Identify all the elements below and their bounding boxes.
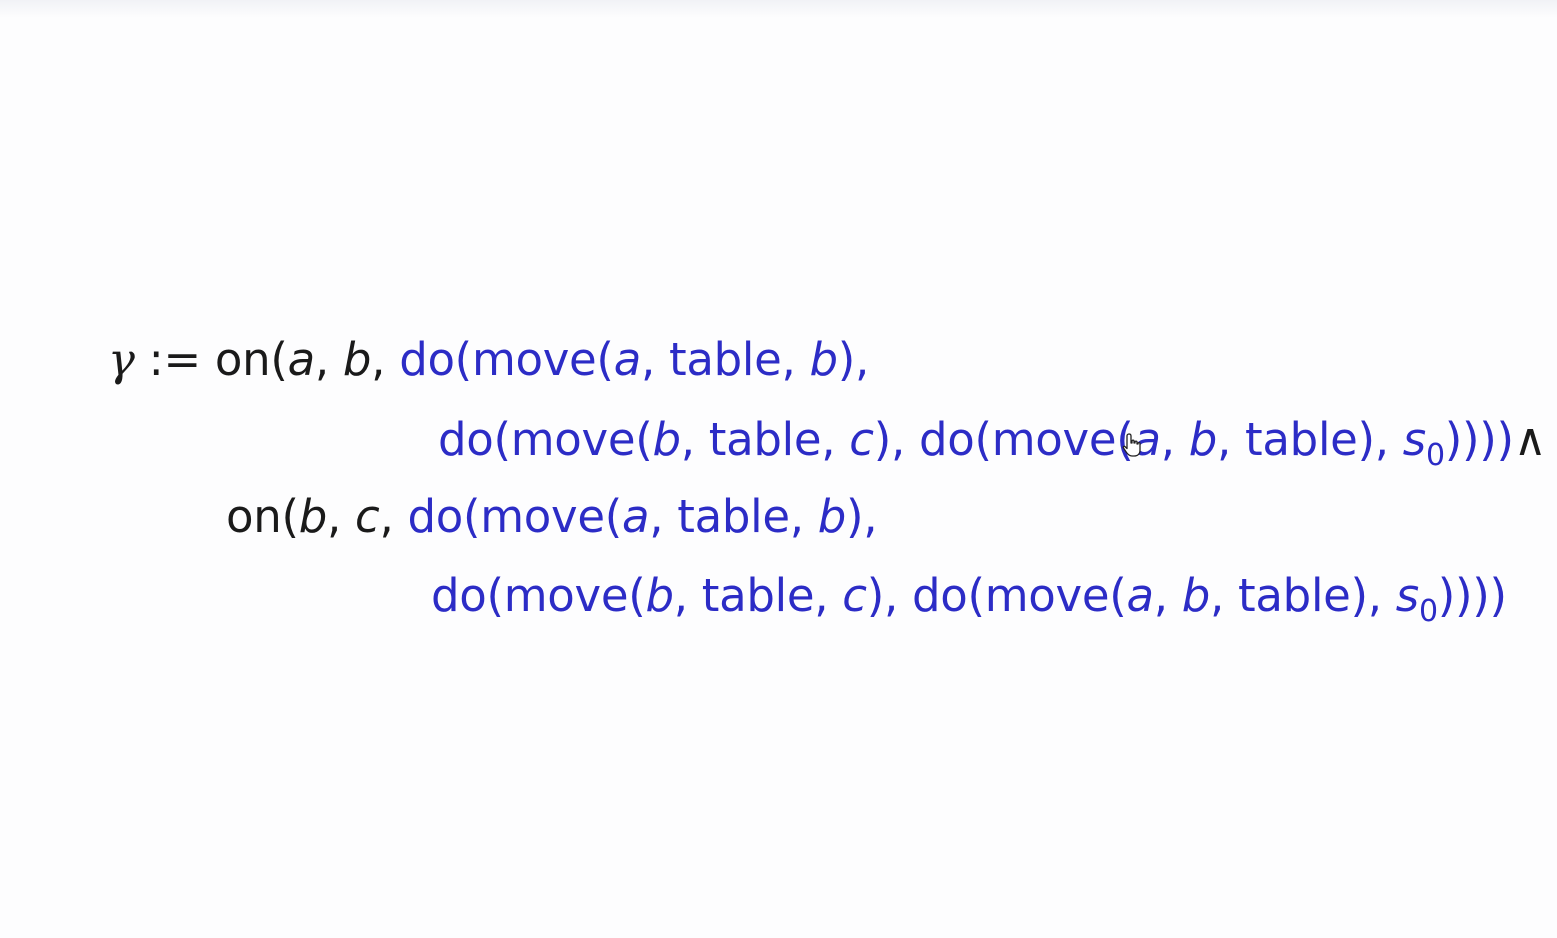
formula-line-3: on(b, c, do(move(a, table, b), bbox=[226, 487, 878, 547]
var-b: b bbox=[809, 333, 838, 386]
formula-line-2: do(move(b, table, c), do(move(a, b, tabl… bbox=[438, 410, 1547, 473]
var-b: b bbox=[342, 333, 372, 386]
closing-parens: ), bbox=[837, 333, 870, 386]
on-predicate: on( bbox=[214, 333, 288, 386]
var-b: b bbox=[652, 413, 682, 466]
do-move-term: do(move( bbox=[407, 490, 622, 543]
do-move-term: do(move( bbox=[438, 413, 653, 466]
assign-operator: := bbox=[134, 333, 215, 386]
closing-parens: )))) bbox=[1437, 569, 1507, 622]
situation-subscript: 0 bbox=[1425, 438, 1445, 473]
var-c: c bbox=[842, 569, 867, 622]
var-b: b bbox=[1181, 569, 1211, 622]
var-c: c bbox=[355, 490, 380, 543]
situation-s: s bbox=[1395, 569, 1419, 622]
on-predicate: on( bbox=[226, 490, 299, 543]
table-term: , table, bbox=[673, 569, 843, 622]
table-term: , table, bbox=[649, 490, 818, 543]
table-term: , table, bbox=[680, 413, 850, 466]
table-term: , table), bbox=[1217, 413, 1403, 466]
separator: , bbox=[326, 490, 355, 543]
var-b: b bbox=[645, 569, 675, 622]
do-move-term: do(move( bbox=[431, 569, 646, 622]
table-term: , table, bbox=[640, 333, 810, 386]
separator: , bbox=[1160, 413, 1189, 466]
var-c: c bbox=[849, 413, 874, 466]
var-b: b bbox=[817, 490, 847, 543]
var-a: a bbox=[613, 333, 642, 386]
situation-s: s bbox=[1402, 413, 1426, 466]
gamma-symbol: γ bbox=[108, 333, 135, 386]
table-term: , table), bbox=[1210, 569, 1396, 622]
var-a: a bbox=[621, 490, 650, 543]
var-a: a bbox=[1126, 569, 1154, 622]
closing-parens: )))) bbox=[1444, 413, 1514, 466]
separator: , bbox=[379, 490, 408, 543]
hand-pointer-icon bbox=[1122, 433, 1141, 457]
do-move-term: ), do(move( bbox=[873, 413, 1134, 466]
slide-content: γ := on(a, b, do(move(a, table, b), do(m… bbox=[0, 0, 1557, 938]
closing-parens: ), bbox=[846, 490, 878, 543]
do-move-term: do(move( bbox=[399, 333, 614, 386]
separator: , bbox=[1153, 569, 1182, 622]
do-move-term: ), do(move( bbox=[866, 569, 1127, 622]
formula-line-1: γ := on(a, b, do(move(a, table, b), bbox=[108, 330, 869, 390]
var-b: b bbox=[298, 490, 328, 543]
var-b: b bbox=[1188, 413, 1218, 466]
formula-line-4: do(move(b, table, c), do(move(a, b, tabl… bbox=[431, 566, 1507, 629]
situation-subscript: 0 bbox=[1418, 594, 1438, 629]
conjunction-symbol: ∧ bbox=[1513, 413, 1547, 466]
separator: , bbox=[371, 333, 400, 386]
var-a: a bbox=[287, 333, 316, 386]
separator: , bbox=[314, 333, 343, 386]
